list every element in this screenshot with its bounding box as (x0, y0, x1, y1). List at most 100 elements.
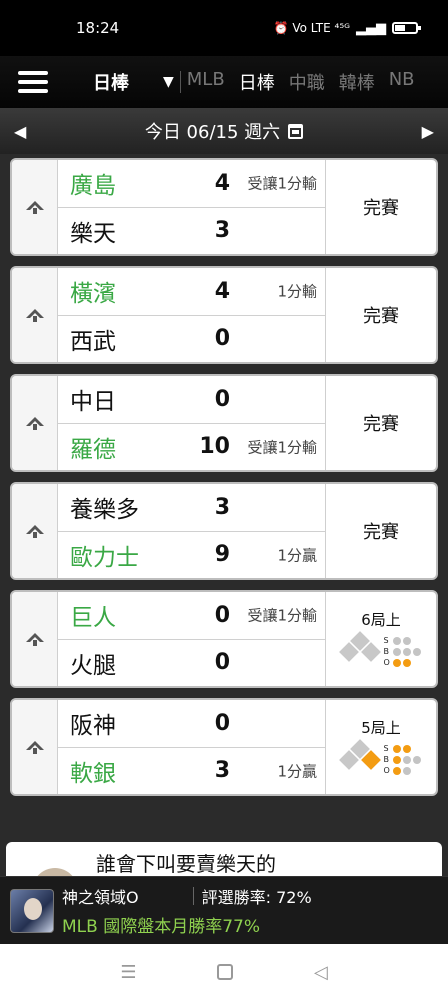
expand-arrow-icon[interactable] (12, 160, 58, 254)
count-dot (402, 636, 411, 645)
team-row: 羅德 10 受讓1分輸 (58, 422, 325, 471)
league-selector[interactable]: 日棒 ▼ (93, 69, 174, 95)
game-status: 6局上 S B O (326, 592, 436, 686)
count-label: B (383, 755, 390, 764)
inning-label: 6局上 (361, 610, 401, 629)
team-name: 廣島 (70, 173, 116, 200)
banner-text: 神之領域O 評選勝率: 72% MLB 國際盤本月勝率77% (62, 884, 442, 937)
team-name: 羅德 (70, 436, 116, 463)
status-bar: 18:24 ⏰ Vo LTE ⁴⁵ᴳ ▂▄▆ (0, 0, 448, 56)
expand-arrow-icon[interactable] (12, 268, 58, 362)
team-name: 橫濱 (70, 281, 116, 308)
tipster-name: 神之領域O (62, 888, 139, 907)
game-card[interactable]: 阪神 0 軟銀 3 1分贏 5局上 S B O (10, 698, 438, 796)
article-preview[interactable]: 誰會下叫要賣樂天的 (6, 842, 442, 876)
game-status: 完賽 (363, 306, 399, 327)
count-dot (402, 647, 411, 656)
article-avatar (32, 868, 78, 876)
team-row: 廣島 4 受讓1分輸 (58, 160, 325, 207)
game-card[interactable]: 中日 0 羅德 10 受讓1分輸 完賽 (10, 374, 438, 472)
count-row: O (384, 766, 421, 776)
count-dot (402, 766, 411, 775)
team-name: 樂天 (70, 220, 116, 247)
team-score: 4 (214, 170, 230, 196)
selected-league: 日棒 (93, 73, 129, 94)
tab-league[interactable]: 韓棒 (339, 69, 375, 95)
team-row: 中日 0 (58, 376, 325, 423)
teams-block: 廣島 4 受讓1分輸 樂天 3 (58, 160, 326, 254)
count-row: B (384, 647, 421, 657)
team-score: 0 (214, 710, 230, 736)
league-nav: 日棒 ▼ MLB 日棒 中職 韓棒 NB (0, 56, 448, 108)
handicap-result: 受讓1分輸 (247, 606, 317, 625)
handicap-result: 1分贏 (277, 546, 317, 565)
game-status: 5局上 S B O (326, 700, 436, 794)
count-dot (392, 647, 401, 656)
team-row: 軟銀 3 1分贏 (58, 746, 325, 795)
prev-day-button[interactable]: ◀ (14, 122, 26, 141)
team-score: 10 (199, 434, 230, 460)
team-score: 0 (214, 326, 230, 352)
date-bar: ◀ 今日 06/15 週六 ▶ (0, 108, 448, 154)
team-name: 中日 (70, 389, 116, 416)
game-status: 完賽 (363, 522, 399, 543)
handicap-result: 受讓1分輸 (247, 438, 317, 457)
date-selector[interactable]: 今日 06/15 週六 (145, 118, 304, 144)
game-card[interactable]: 養樂多 3 歐力士 9 1分贏 完賽 (10, 482, 438, 580)
tab-league[interactable]: MLB (187, 69, 225, 95)
expand-arrow-icon[interactable] (12, 376, 58, 470)
handicap-result: 1分輸 (277, 282, 317, 301)
tab-league[interactable]: 中職 (289, 69, 325, 95)
bases-diamond-icon (338, 738, 381, 778)
team-row: 阪神 0 (58, 700, 325, 747)
home-icon[interactable] (217, 964, 234, 980)
team-name: 歐力士 (70, 544, 139, 571)
game-card[interactable]: 巨人 0 受讓1分輸 火腿 0 6局上 S B O (10, 590, 438, 688)
menu-icon[interactable] (18, 71, 48, 93)
team-row: 歐力士 9 1分贏 (58, 530, 325, 579)
team-score: 0 (214, 650, 230, 676)
team-name: 阪神 (70, 713, 116, 740)
battery-icon (392, 22, 421, 34)
team-score: 9 (214, 542, 230, 568)
next-day-button[interactable]: ▶ (422, 122, 434, 141)
game-status: 完賽 (363, 414, 399, 435)
count-dot (392, 636, 401, 645)
count-indicator: SBO (384, 744, 421, 776)
team-name: 巨人 (70, 605, 116, 632)
banner-divider (192, 887, 194, 905)
expand-arrow-icon[interactable] (12, 484, 58, 578)
expand-arrow-icon[interactable] (12, 592, 58, 686)
calendar-icon (288, 123, 304, 139)
team-row: 養樂多 3 (58, 484, 325, 531)
tab-league[interactable]: 日棒 (239, 69, 275, 95)
team-score: 0 (214, 602, 230, 628)
live-state: SBO (338, 630, 421, 670)
teams-block: 阪神 0 軟銀 3 1分贏 (58, 700, 326, 794)
live-state: SBO (338, 738, 421, 778)
team-score: 0 (214, 386, 230, 412)
game-card[interactable]: 廣島 4 受讓1分輸 樂天 3 完賽 (10, 158, 438, 256)
expand-arrow-icon[interactable] (12, 700, 58, 794)
count-row: O (384, 658, 421, 668)
team-score: 4 (214, 278, 230, 304)
count-dot (392, 658, 401, 667)
teams-block: 中日 0 羅德 10 受讓1分輸 (58, 376, 326, 470)
count-dot (402, 755, 411, 764)
caret-down-icon: ▼ (163, 74, 174, 90)
back-icon[interactable]: ◁ (314, 962, 328, 983)
team-name: 軟銀 (70, 760, 116, 787)
count-label: S (383, 744, 389, 753)
tipster-banner[interactable]: 神之領域O 評選勝率: 72% MLB 國際盤本月勝率77% (0, 876, 448, 944)
game-card[interactable]: 橫濱 4 1分輸 西武 0 完賽 (10, 266, 438, 364)
count-dot (392, 744, 401, 753)
nav-divider (179, 71, 181, 93)
handicap-result: 1分贏 (277, 762, 317, 781)
count-label: O (383, 658, 390, 667)
article-title: 誰會下叫要賣樂天的 (96, 852, 276, 876)
recents-icon[interactable]: ☰ (120, 962, 136, 983)
team-row: 巨人 0 受讓1分輸 (58, 592, 325, 639)
status-icons: ⏰ Vo LTE ⁴⁵ᴳ (273, 21, 350, 35)
tab-league[interactable]: NB (389, 69, 415, 95)
teams-block: 橫濱 4 1分輸 西武 0 (58, 268, 326, 362)
